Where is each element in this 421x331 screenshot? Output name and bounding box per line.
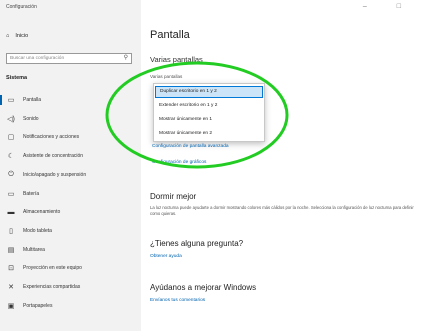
sidebar-item-8[interactable]: ▤ Multitarea [0, 242, 141, 258]
improve-title: Ayúdanos a mejorar Windows [150, 283, 257, 292]
sidebar-item-label: Almacenamiento [23, 209, 61, 216]
section-label: Sistema [6, 75, 28, 81]
shared-icon: ✕ [8, 284, 14, 291]
sidebar-item-11[interactable]: ▣ Portapapeles [0, 298, 141, 314]
multitask-icon: ▤ [7, 246, 15, 254]
sidebar-item-3[interactable]: ☾ Asistente de concentración [0, 148, 141, 164]
help-link[interactable]: Obtener ayuda [150, 254, 182, 259]
sidebar: Configuración ⌂ Inicio Buscar una config… [0, 0, 141, 331]
search-input[interactable]: Buscar una configuración ⚲ [6, 53, 132, 64]
sidebar-item-label: Portapapeles [23, 302, 53, 309]
sleep-text: La luz nocturna puede ayudarte a dormir … [150, 205, 414, 216]
battery-icon: ▭ [7, 190, 15, 198]
monitor-icon: ▭ [7, 97, 15, 104]
sidebar-item-4[interactable]: ⏻ Inicio/apagado y suspensión [0, 167, 141, 183]
sidebar-item-label: Notificaciones y acciones [23, 134, 80, 141]
moon-icon: ☾ [7, 153, 15, 161]
storage-icon: ▬ [7, 208, 15, 216]
sidebar-item-2[interactable]: ▢ Notificaciones y acciones [0, 129, 141, 145]
home-icon: ⌂ [6, 33, 10, 39]
sidebar-item-5[interactable]: ▭ Batería [0, 186, 141, 202]
main-content: – □ Pantalla Varias pantallas Varias pan… [150, 0, 421, 331]
clipboard-icon: ▣ [7, 302, 15, 310]
power-icon: ⏻ [8, 170, 14, 178]
tablet-icon: ▯ [9, 227, 13, 235]
search-placeholder: Buscar una configuración [10, 56, 65, 61]
search-icon[interactable]: ⚲ [124, 55, 128, 61]
sidebar-item-label: Asistente de concentración [23, 153, 84, 160]
projection-icon: ⊡ [8, 265, 14, 273]
graphics-settings-link[interactable]: Configuración de gráficos [152, 160, 206, 165]
notification-icon: ▢ [7, 134, 15, 142]
multi-display-dropdown[interactable]: Duplicar escritorio en 1 y 2 Extender es… [153, 83, 265, 142]
sidebar-item-label: Proyección en este equipo [23, 265, 82, 272]
sidebar-item-0[interactable]: ▭ Pantalla [0, 92, 141, 108]
feedback-link[interactable]: Envíanos tus comentarios [150, 298, 205, 303]
speaker-icon: ◁) [7, 115, 15, 123]
home-nav-item[interactable]: ⌂ Inicio [6, 33, 28, 39]
sidebar-item-1[interactable]: ◁) Sonido [0, 111, 141, 127]
advanced-display-link[interactable]: Configuración de pantalla avanzada [152, 144, 229, 149]
sidebar-item-label: Sonido [23, 115, 39, 122]
app-title: Configuración [6, 4, 37, 10]
multi-display-title: Varias pantallas [150, 55, 203, 64]
sidebar-item-label: Modo tableta [23, 227, 52, 234]
dropdown-option-only-2[interactable]: Mostrar únicamente en 2 [155, 128, 263, 140]
dropdown-option-duplicate[interactable]: Duplicar escritorio en 1 y 2 [155, 86, 263, 98]
sidebar-item-label: Experiencias compartidas [23, 284, 81, 290]
window-controls[interactable]: – □ [363, 3, 415, 10]
sidebar-item-label: Pantalla [23, 97, 42, 103]
sidebar-item-label: Multitarea [23, 246, 45, 253]
dropdown-option-only-1[interactable]: Mostrar únicamente en 1 [155, 114, 263, 126]
sidebar-item-label: Batería [23, 190, 40, 197]
page-title: Pantalla [150, 29, 190, 41]
sidebar-item-6[interactable]: ▬ Almacenamiento [0, 204, 141, 220]
home-label: Inicio [15, 33, 29, 39]
sidebar-item-7[interactable]: ▯ Modo tableta [0, 223, 141, 239]
dropdown-option-extend[interactable]: Extender escritorio en 1 y 2 [155, 100, 263, 112]
question-title: ¿Tienes alguna pregunta? [150, 239, 244, 248]
active-indicator [0, 95, 2, 105]
sidebar-item-9[interactable]: ⊡ Proyección en este equipo [0, 260, 141, 276]
sidebar-item-10[interactable]: ✕ Experiencias compartidas [0, 279, 141, 295]
sidebar-item-label: Inicio/apagado y suspensión [23, 171, 87, 178]
dropdown-label: Varias pantallas [150, 74, 183, 79]
sleep-title: Dormir mejor [150, 192, 197, 201]
